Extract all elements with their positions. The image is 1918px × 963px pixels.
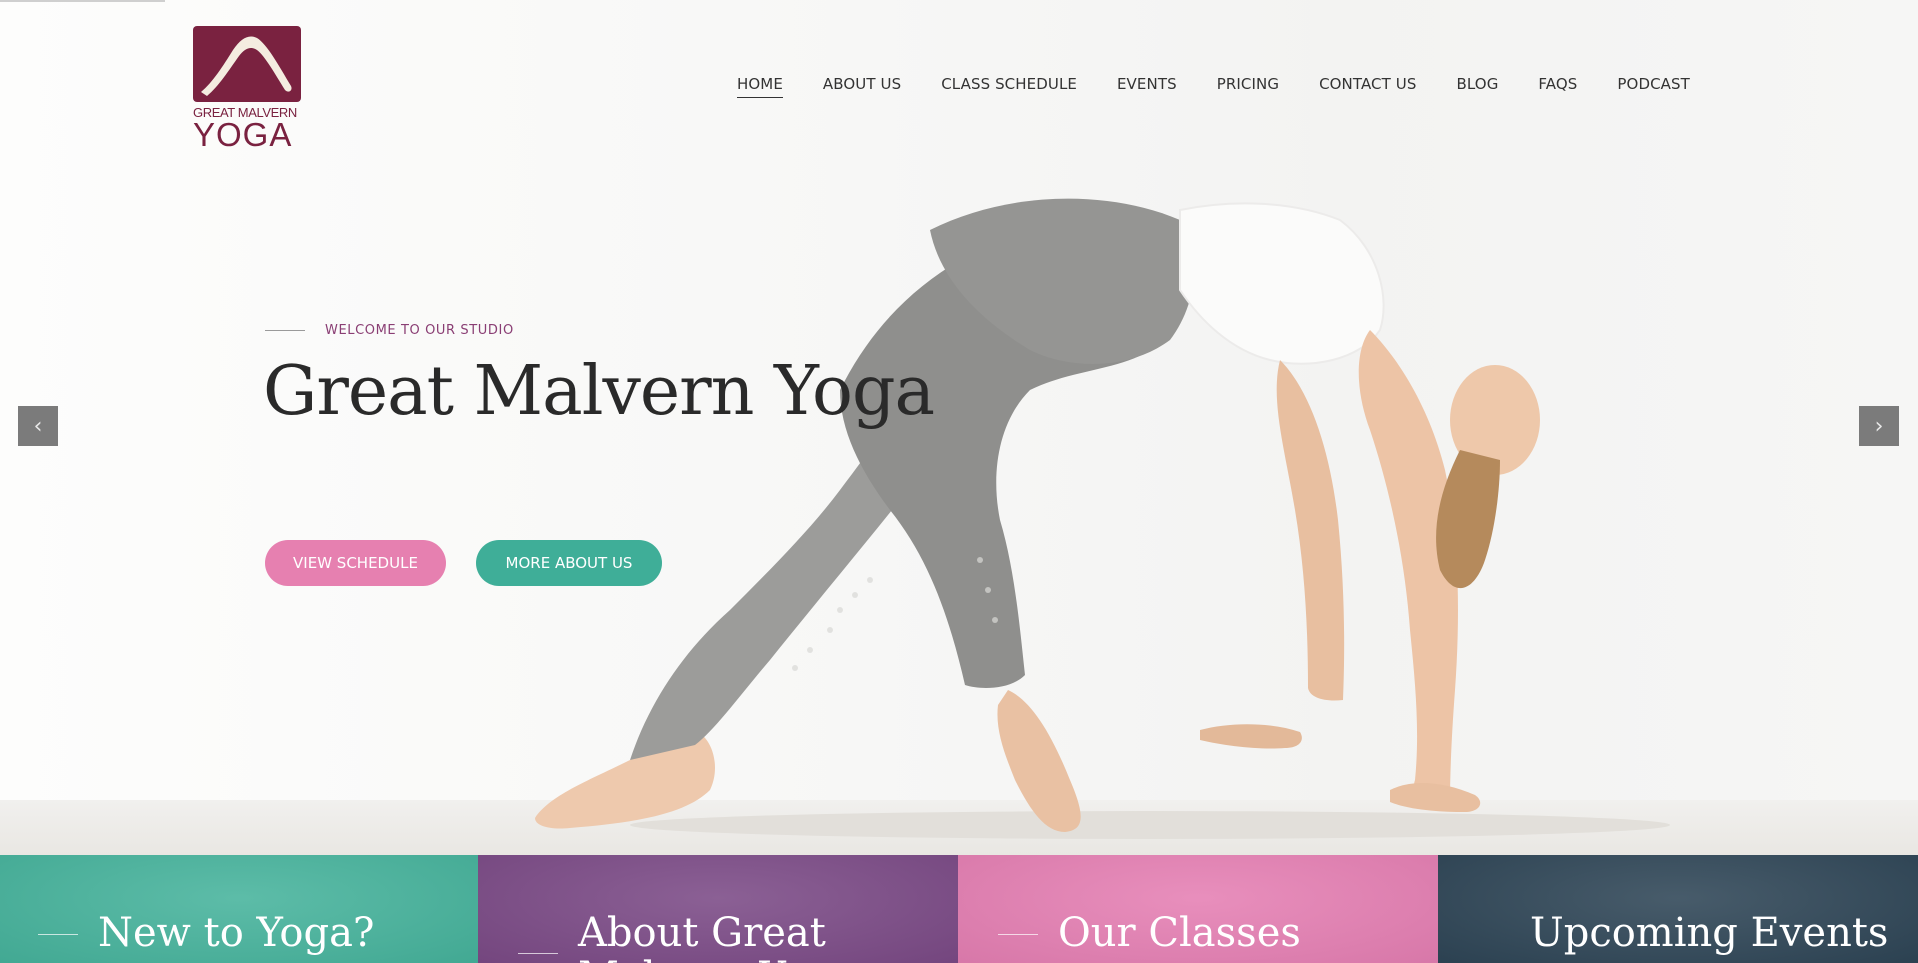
nav-item-blog[interactable]: BLOG <box>1456 75 1498 98</box>
tile-new-to-yoga[interactable]: New to Yoga? <box>0 855 478 963</box>
tile-title: New to Yoga? <box>98 910 375 956</box>
main-nav: HOME ABOUT US CLASS SCHEDULE EVENTS PRIC… <box>737 75 1730 98</box>
nav-item-about-us[interactable]: ABOUT US <box>823 75 901 98</box>
logo-mark-icon <box>193 26 301 102</box>
hero-yoga-figure <box>535 198 1670 839</box>
tile-our-classes[interactable]: Our Classes <box>958 855 1438 963</box>
nav-item-home[interactable]: HOME <box>737 75 783 98</box>
nav-item-podcast[interactable]: PODCAST <box>1617 75 1690 98</box>
site-logo[interactable]: GREAT MALVERN YOGA <box>193 26 303 151</box>
hero-eyebrow: WELCOME TO OUR STUDIO <box>265 323 514 338</box>
nav-item-pricing[interactable]: PRICING <box>1217 75 1279 98</box>
nav-item-contact-us[interactable]: CONTACT US <box>1319 75 1416 98</box>
slider-next-button[interactable]: › <box>1859 406 1899 446</box>
feature-tiles: New to Yoga? About Great Malvern Yoga Ou… <box>0 855 1918 963</box>
view-schedule-button[interactable]: VIEW SCHEDULE <box>265 540 446 586</box>
slider-progress-bar <box>0 0 165 2</box>
tile-upcoming-events[interactable]: Upcoming Events <box>1438 855 1918 963</box>
tile-about-great-malvern-yoga[interactable]: About Great Malvern Yoga <box>478 855 958 963</box>
tile-divider <box>998 934 1038 935</box>
chevron-right-icon: › <box>1874 413 1884 439</box>
tile-title: About Great Malvern Yoga <box>578 910 856 963</box>
eyebrow-divider <box>265 330 305 331</box>
hero-title: Great Malvern Yoga <box>263 352 935 431</box>
tile-divider <box>518 953 558 954</box>
slider-prev-button[interactable]: ‹ <box>18 406 58 446</box>
logo-text-yoga: YOGA <box>193 116 293 153</box>
more-about-us-button[interactable]: MORE ABOUT US <box>476 540 662 586</box>
hero-slider: GREAT MALVERN YOGA HOME ABOUT US CLASS S… <box>0 0 1918 855</box>
tile-title: Upcoming Events <box>1530 910 1889 956</box>
nav-item-class-schedule[interactable]: CLASS SCHEDULE <box>941 75 1077 98</box>
chevron-left-icon: ‹ <box>33 413 43 439</box>
nav-item-events[interactable]: EVENTS <box>1117 75 1177 98</box>
tile-title: Our Classes <box>1058 910 1301 956</box>
hero-eyebrow-text: WELCOME TO OUR STUDIO <box>325 323 514 338</box>
tile-divider <box>38 934 78 935</box>
nav-item-faqs[interactable]: FAQS <box>1538 75 1577 98</box>
